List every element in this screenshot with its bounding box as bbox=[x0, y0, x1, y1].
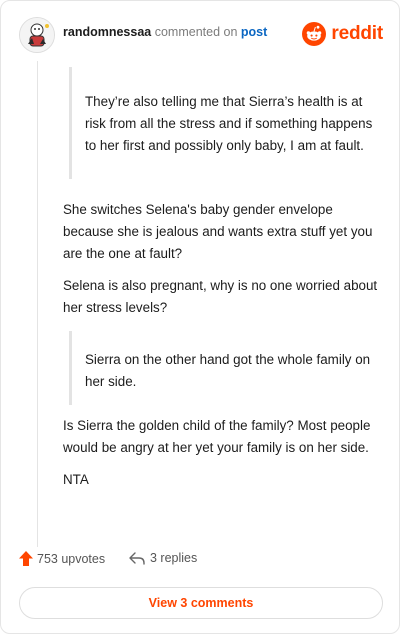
comment-paragraph: She switches Selena's baby gender envelo… bbox=[63, 202, 373, 261]
comment-footer: 753 upvotes 3 replies bbox=[1, 551, 399, 575]
comment-paragraph: Is Sierra the golden child of the family… bbox=[63, 418, 371, 455]
comment-body: They’re also telling me that Sierra’s he… bbox=[63, 67, 381, 491]
reply-arrow-icon bbox=[129, 551, 145, 565]
upvote-count: 753 upvotes bbox=[37, 551, 106, 566]
reddit-logo[interactable]: reddit bbox=[302, 21, 383, 47]
thread-line bbox=[37, 61, 38, 547]
user-avatar[interactable] bbox=[19, 17, 55, 53]
avatar-cartoon-icon bbox=[20, 18, 54, 52]
comment-header: randomnessaa commented on post reddit bbox=[1, 1, 399, 65]
action-text: commented on bbox=[154, 25, 238, 39]
comment-card: randomnessaa commented on post reddit Th… bbox=[0, 0, 400, 634]
replies-button[interactable]: 3 replies bbox=[129, 551, 197, 565]
brand-wordmark: reddit bbox=[331, 23, 383, 44]
quote-text: Sierra on the other hand got the whole f… bbox=[85, 352, 371, 389]
reddit-alien-icon bbox=[302, 22, 327, 46]
upvote-button[interactable]: 753 upvotes bbox=[19, 551, 105, 566]
view-comments-button[interactable]: View 3 comments bbox=[19, 587, 383, 619]
quote-text: They’re also telling me that Sierra’s he… bbox=[85, 94, 373, 153]
blockquote: They’re also telling me that Sierra’s he… bbox=[63, 67, 381, 179]
blockquote: Sierra on the other hand got the whole f… bbox=[63, 331, 381, 405]
reply-count: 3 replies bbox=[150, 551, 198, 565]
username-link[interactable]: randomnessaa bbox=[63, 25, 151, 39]
comment-paragraph: Selena is also pregnant, why is no one w… bbox=[63, 278, 378, 315]
post-link[interactable]: post bbox=[241, 25, 267, 39]
comment-paragraph: NTA bbox=[63, 472, 89, 487]
comment-meta: randomnessaa commented on post bbox=[63, 25, 267, 39]
upvote-arrow-icon bbox=[19, 551, 33, 566]
